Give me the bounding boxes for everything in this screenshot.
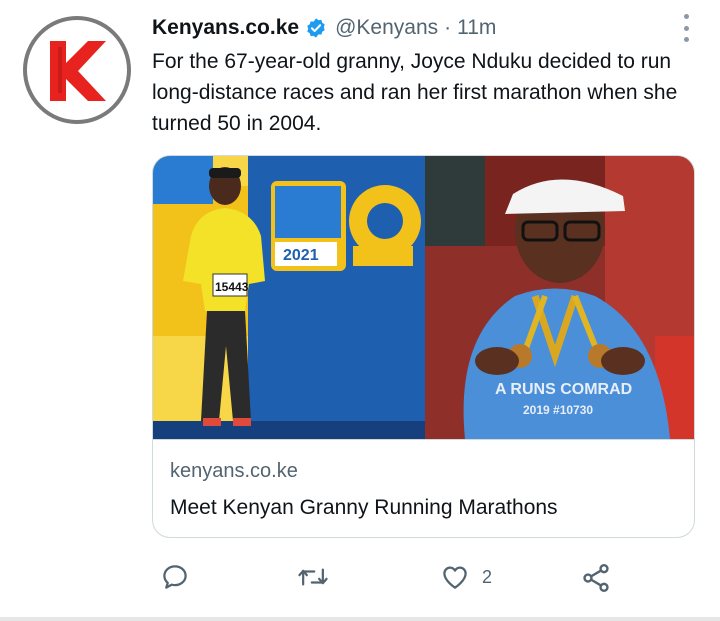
reply-icon (163, 565, 187, 589)
shirt-text-line1: A RUNS COMRAD (495, 381, 632, 398)
like-count: 2 (482, 566, 493, 587)
card-text-area[interactable]: kenyans.co.ke Meet Kenyan Granny Running… (153, 439, 694, 537)
shirt-text-line2: 2019 #10730 (523, 403, 593, 417)
reply-button[interactable] (160, 562, 190, 592)
banner-year-text: 2021 (283, 247, 319, 264)
card-media: 2021 15443 A RUNS COMRAD 2019 #10730 (153, 156, 694, 439)
card-domain: kenyans.co.ke (170, 460, 298, 482)
tweet-text: For the 67-year-old granny, Joyce Nduku … (152, 50, 678, 135)
like-button[interactable]: 2 (440, 562, 492, 592)
card-photo-left: 2021 15443 (153, 156, 425, 439)
avatar[interactable] (23, 16, 131, 124)
account-name[interactable]: Kenyans.co.ke (152, 16, 299, 40)
separator-dot: · (444, 16, 452, 39)
tweet-action-bar: 2 (160, 562, 620, 596)
tweet-timestamp[interactable]: 11m (457, 16, 496, 40)
bottom-divider (0, 617, 720, 621)
like-icon (443, 566, 467, 589)
share-button[interactable] (580, 562, 612, 594)
retweet-icon (298, 568, 328, 586)
kenyans-logo-icon (50, 41, 106, 101)
bib-number-text: 15443 (215, 280, 249, 294)
tweet-header: Kenyans.co.ke @Kenyans · 11m (152, 14, 496, 42)
retweet-button[interactable] (297, 562, 329, 592)
link-preview-card[interactable]: 2021 15443 A RUNS COMRAD 2019 #10730 ken… (152, 155, 695, 538)
card-photo-right: A RUNS COMRAD 2019 #10730 (425, 156, 694, 439)
card-title: Meet Kenyan Granny Running Marathons (170, 496, 558, 519)
more-options-icon[interactable] (682, 14, 690, 42)
share-icon (583, 564, 609, 592)
account-handle[interactable]: @Kenyans (335, 16, 438, 40)
verified-badge-icon (307, 18, 325, 38)
